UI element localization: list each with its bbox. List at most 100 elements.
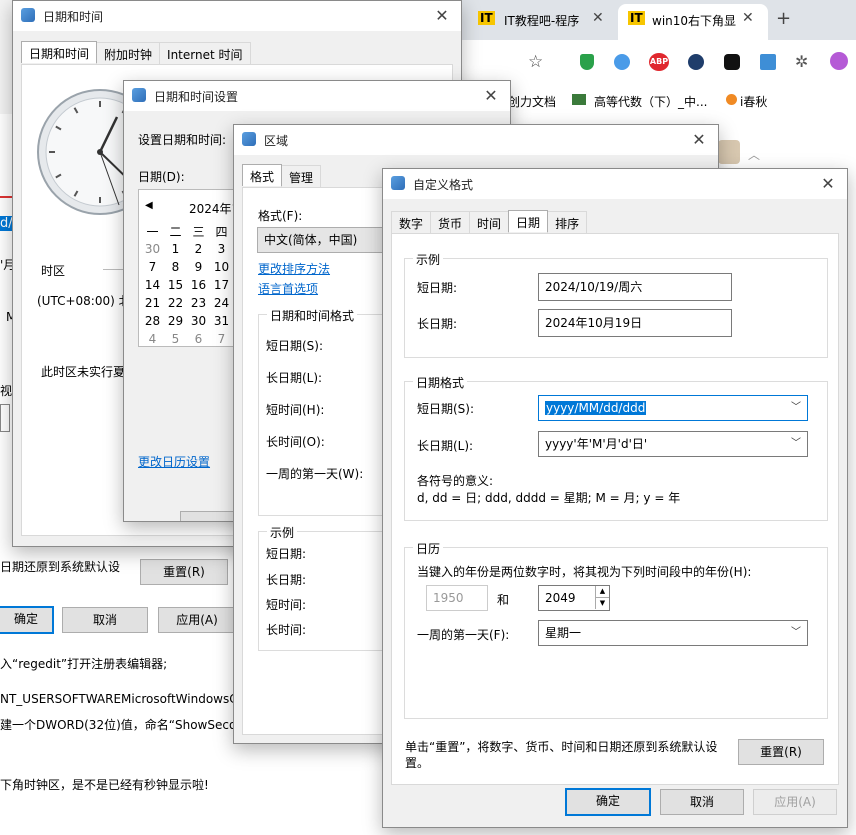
shield-extension-icon[interactable] (580, 54, 594, 70)
first-day-value[interactable]: 星期一 (545, 626, 581, 640)
chevron-down-icon[interactable]: ﹀ (791, 621, 801, 645)
mask-extension-icon[interactable] (724, 54, 740, 70)
year-from-field: 1950 (426, 585, 488, 611)
tab-time[interactable]: 时间 (469, 211, 510, 233)
calendar-day[interactable]: 22 (164, 294, 187, 312)
tab-date[interactable]: 日期 (508, 210, 549, 232)
group-label: 日期格式 (413, 374, 468, 391)
calendar-day[interactable]: 31 (210, 312, 233, 330)
browser-tab[interactable]: IT IT教程吧-程序 ✕ (466, 4, 616, 36)
long-date-format-combo[interactable]: yyyy'年'M'月'd'日' ﹀ (538, 431, 808, 457)
ok-button[interactable]: 确定 (0, 606, 54, 634)
year-to-spinner[interactable]: 2049 ▲ ▼ (538, 585, 610, 611)
bookmark-item[interactable]: 创力文档 (508, 93, 556, 110)
group-label: 示例 (413, 251, 444, 268)
spin-up-icon[interactable]: ▲ (595, 586, 609, 598)
calendar-day[interactable]: 9 (187, 258, 210, 276)
short-date-format-value[interactable]: yyyy/MM/dd/ddd (545, 401, 647, 415)
calendar-day[interactable]: 10 (210, 258, 233, 276)
close-tab-icon[interactable]: ✕ (742, 10, 754, 26)
year-to-value[interactable]: 2049 (545, 591, 576, 605)
calendar-day[interactable]: 14 (141, 276, 164, 294)
grid-extension-icon[interactable] (760, 54, 776, 70)
ok-button[interactable]: 确定 (565, 788, 651, 816)
apply-button[interactable]: 应用(A) (753, 789, 837, 815)
tab-numbers[interactable]: 数字 (391, 211, 432, 233)
calendar-day[interactable]: 30 (141, 240, 164, 258)
calendar-day[interactable]: 23 (187, 294, 210, 312)
title-bar: 日期和时间 ✕ (13, 1, 461, 31)
short-date-format-combo[interactable]: yyyy/MM/dd/ddd ﹀ (538, 395, 808, 421)
calendar-month-header[interactable]: 2024年1 (189, 200, 239, 217)
checkmark-extension-icon[interactable] (688, 54, 704, 70)
calendar-day[interactable]: 5 (164, 330, 187, 348)
tab-administrative[interactable]: 管理 (281, 165, 322, 187)
two-digit-year-text: 当键入的年份是两位数字时，将其视为下列时间段中的年份(H): (417, 565, 752, 579)
long-date-format-value[interactable]: yyyy'年'M'月'd'日' (545, 437, 647, 451)
spin-down-icon[interactable]: ▼ (595, 598, 609, 609)
window-title: 日期和时间设置 (154, 90, 239, 104)
calendar-day[interactable]: 7 (141, 258, 164, 276)
close-tab-icon[interactable]: ✕ (592, 10, 604, 26)
cancel-button[interactable]: 取消 (62, 607, 148, 633)
chevron-down-icon[interactable]: ﹀ (791, 432, 801, 456)
change-sort-link[interactable]: 更改排序方法 (258, 260, 330, 277)
calendar-day[interactable]: 1 (164, 240, 187, 258)
calendar-day[interactable]: 16 (187, 276, 210, 294)
cancel-button[interactable]: 取消 (660, 789, 744, 815)
puzzle-extension-icon[interactable]: ✲ (795, 52, 808, 71)
calendar-day[interactable]: 6 (187, 330, 210, 348)
close-icon[interactable]: ✕ (688, 129, 710, 151)
calendar-day[interactable]: 2 (187, 240, 210, 258)
weekday-header: 四 (215, 224, 228, 239)
close-icon[interactable]: ✕ (480, 85, 502, 107)
chevron-up-icon[interactable]: ︿ (748, 146, 760, 163)
calendar-day[interactable]: 21 (141, 294, 164, 312)
bookmark-item[interactable]: 高等代数（下）_中... (594, 93, 707, 110)
tab-date-time[interactable]: 日期和时间 (21, 41, 98, 63)
browser-tab-label: IT教程吧-程序 (504, 14, 580, 28)
calendar-day[interactable]: 15 (164, 276, 187, 294)
flower-extension-icon[interactable] (830, 52, 848, 70)
calendar-day[interactable]: 4 (141, 330, 164, 348)
calendar-day[interactable]: 24 (210, 294, 233, 312)
timezone-value: (UTC+08:00) 北 (37, 294, 131, 308)
tab-additional-clocks[interactable]: 附加时钟 (96, 42, 161, 64)
new-tab-icon[interactable]: + (776, 8, 791, 29)
check-extension-icon[interactable] (614, 54, 630, 70)
browser-tab-active[interactable]: IT win10右下角显 ✕ (618, 4, 768, 40)
close-icon[interactable]: ✕ (817, 173, 839, 195)
first-day-dropdown[interactable]: 星期一 ﹀ (538, 620, 808, 646)
short-date-format-label: 短日期(S): (417, 402, 475, 416)
tab-currency[interactable]: 货币 (430, 211, 471, 233)
tab-internet-time[interactable]: Internet 时间 (159, 42, 251, 64)
reset-note: 单击“重置”，将数字、货币、时间和日期还原到系统默认设置。 (405, 740, 718, 770)
window-title: 自定义格式 (413, 178, 474, 192)
bookmark-icon (726, 94, 737, 105)
close-icon[interactable]: ✕ (431, 5, 453, 27)
tab-sorting[interactable]: 排序 (547, 211, 588, 233)
reset-button[interactable]: 重置(R) (738, 739, 824, 765)
prev-month-icon[interactable]: ◀ (145, 200, 153, 211)
text-fragment: 视 (0, 384, 13, 398)
bookmark-item[interactable]: i春秋 (740, 93, 767, 110)
short-date-label: 短日期(S): (266, 339, 324, 353)
reset-button[interactable]: 重置(R) (140, 559, 228, 585)
calendar-day[interactable]: 30 (187, 312, 210, 330)
calendar-day[interactable]: 28 (141, 312, 164, 330)
language-preferences-link[interactable]: 语言首选项 (258, 280, 318, 297)
calendar-day[interactable]: 17 (210, 276, 233, 294)
apply-button[interactable]: 应用(A) (158, 607, 236, 633)
example-short-time-label: 短时间: (266, 598, 307, 612)
calendar-day[interactable]: 3 (210, 240, 233, 258)
change-calendar-link[interactable]: 更改日历设置 (138, 453, 210, 470)
calendar-day[interactable]: 7 (210, 330, 233, 348)
title-bar: 日期和时间设置 ✕ (124, 81, 510, 111)
adblock-icon[interactable]: ABP (649, 53, 669, 71)
tab-formats[interactable]: 格式 (242, 164, 283, 186)
browser-tab-label: win10右下角显 (652, 14, 737, 28)
star-icon[interactable]: ☆ (528, 52, 543, 72)
calendar-day[interactable]: 8 (164, 258, 187, 276)
chevron-down-icon[interactable]: ﹀ (791, 396, 801, 420)
calendar-day[interactable]: 29 (164, 312, 187, 330)
